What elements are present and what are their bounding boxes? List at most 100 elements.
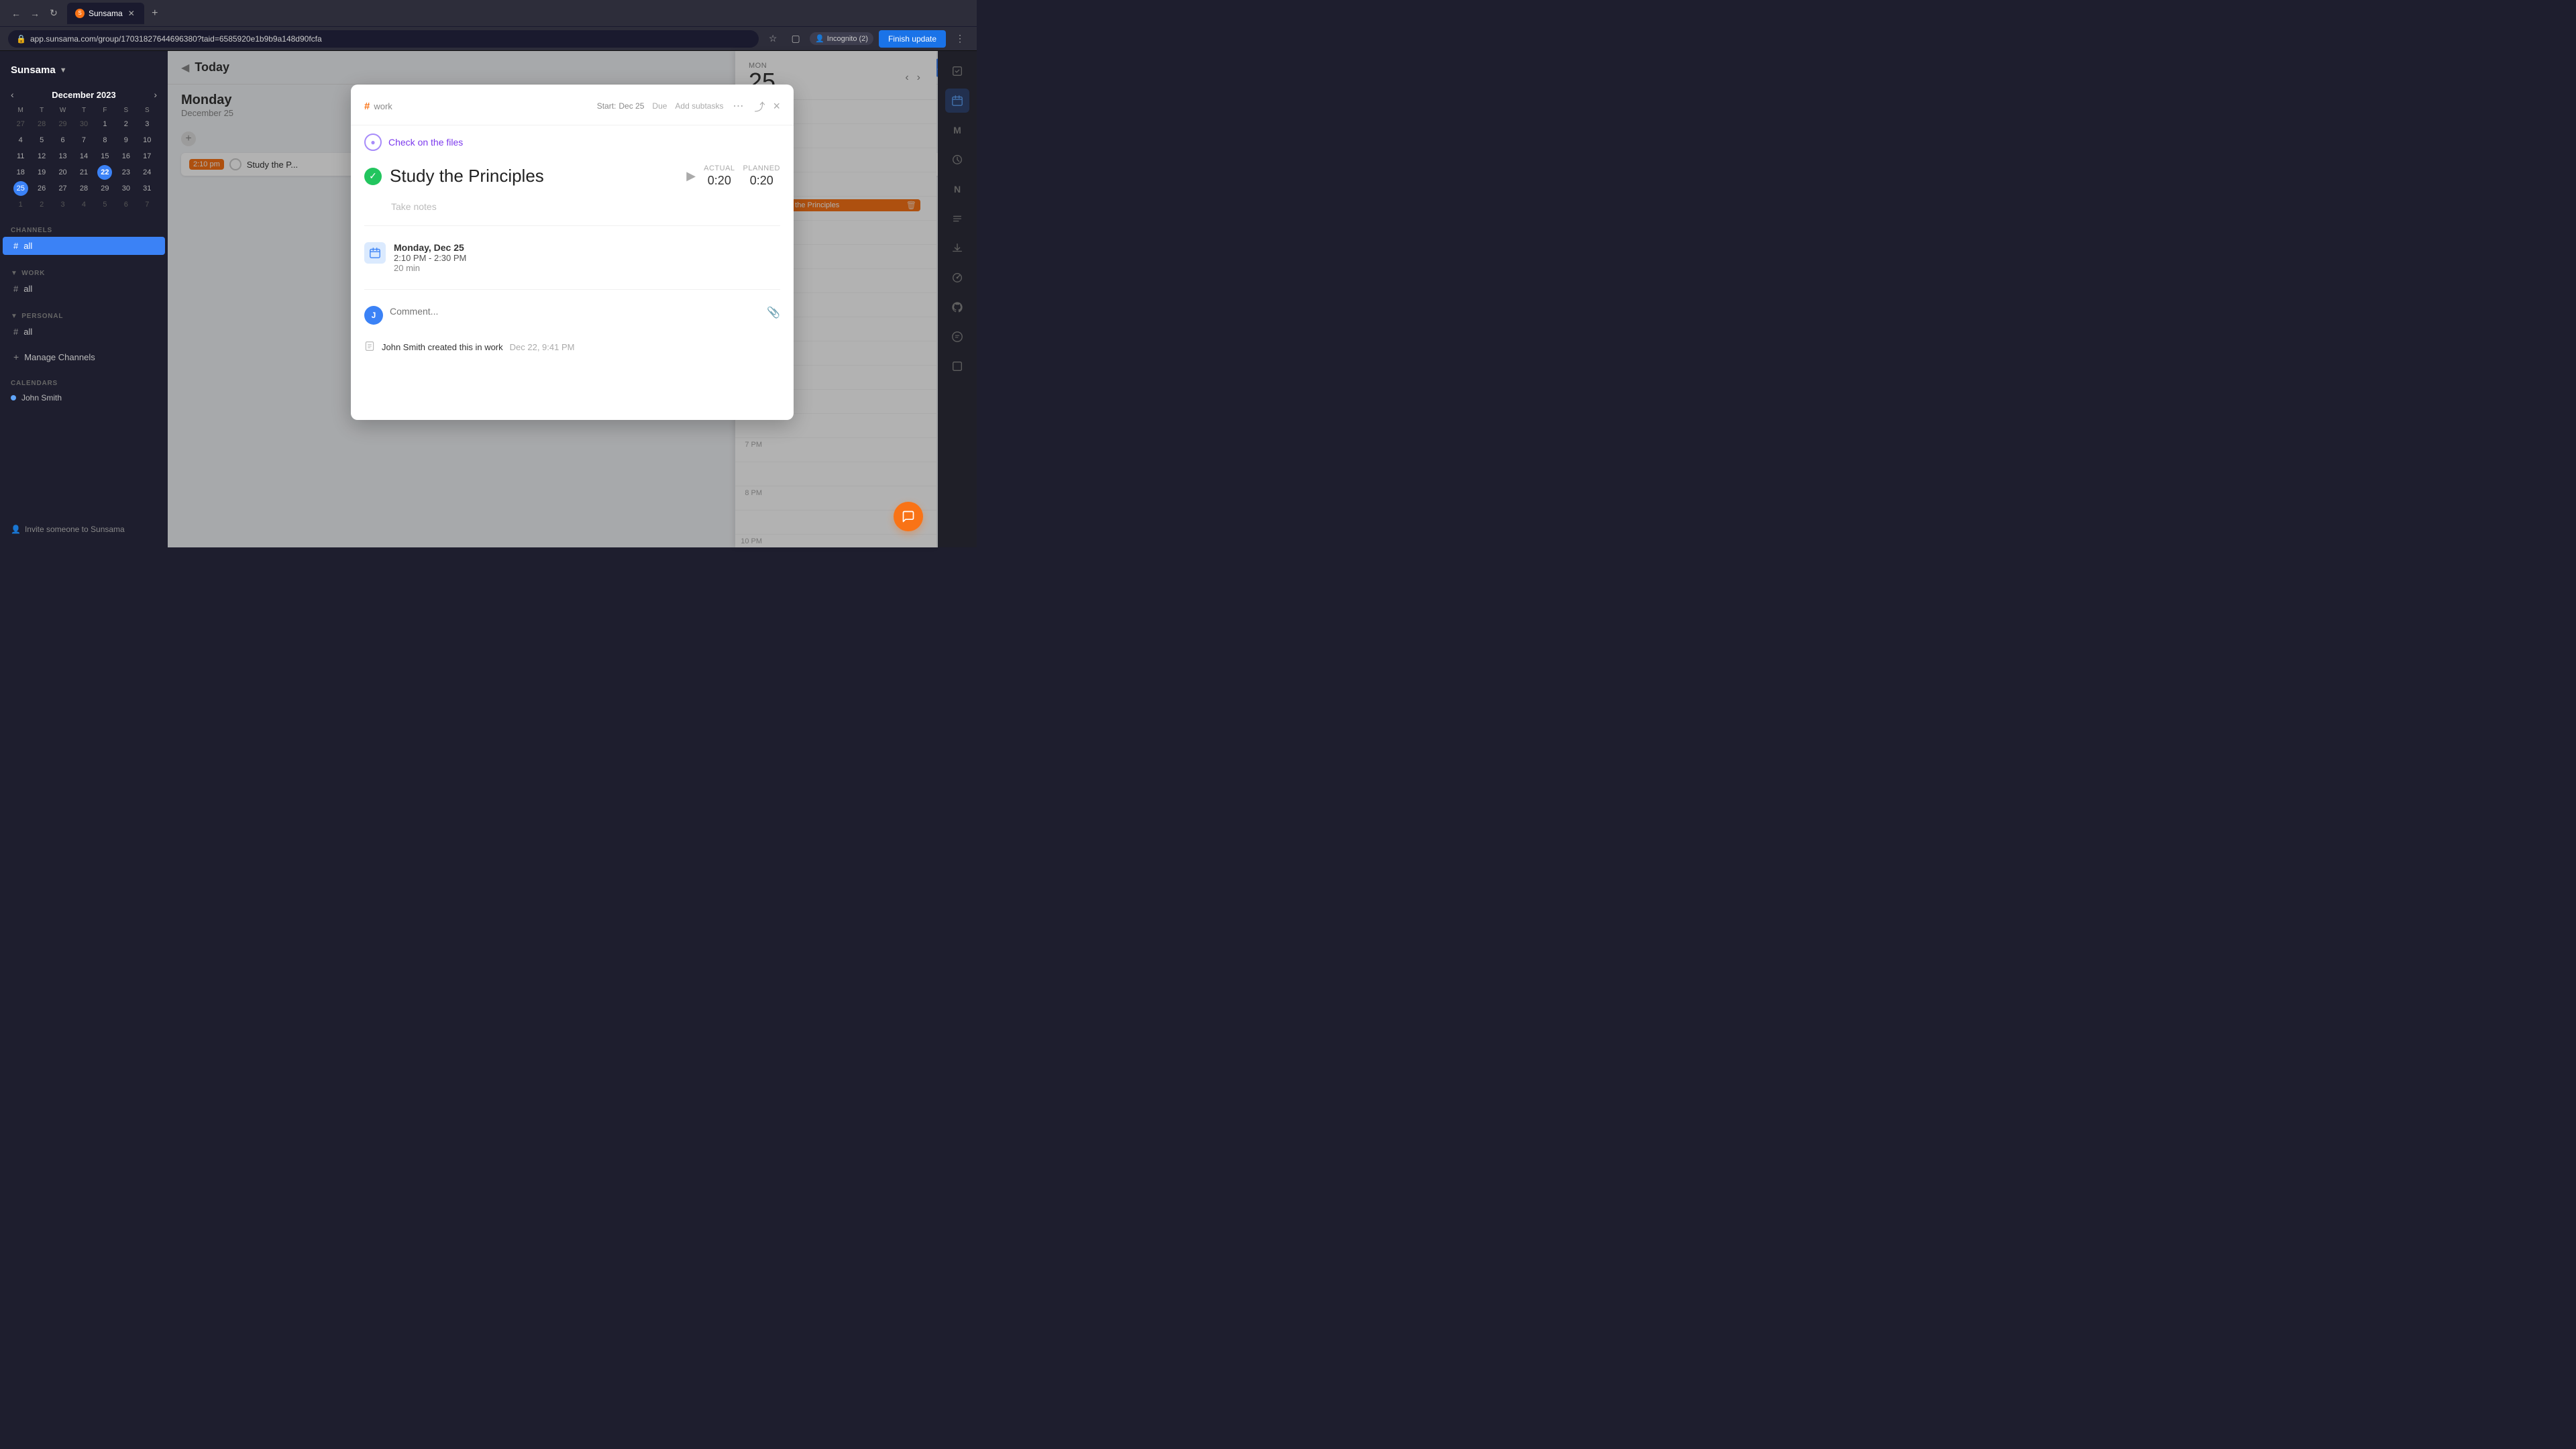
created-icon (364, 341, 375, 354)
chat-fab-button[interactable] (894, 502, 923, 531)
channels-title: CHANNELS (0, 223, 168, 237)
refresh-button[interactable]: ↻ (46, 5, 62, 21)
cal-day[interactable]: 2 (119, 117, 133, 131)
person-add-icon: 👤 (11, 525, 21, 534)
cal-day[interactable]: 7 (76, 133, 91, 148)
cal-day[interactable]: 21 (76, 165, 91, 180)
cal-day[interactable]: 20 (56, 165, 70, 180)
cal-day[interactable]: 6 (56, 133, 70, 148)
new-tab-button[interactable]: + (147, 5, 163, 21)
cal-day[interactable]: 14 (76, 149, 91, 164)
more-options-button[interactable]: ⋯ (730, 97, 746, 115)
modal-comment-area: J 📎 (351, 298, 794, 333)
due-label[interactable]: Due (652, 101, 667, 111)
task-complete-button[interactable]: ✓ (364, 168, 382, 185)
cal-day[interactable]: 30 (119, 181, 133, 196)
cal-day[interactable]: 7 (140, 197, 154, 212)
cal-day[interactable]: 5 (34, 133, 49, 148)
cal-day[interactable]: 1 (97, 117, 112, 131)
app-menu-chevron[interactable]: ▼ (60, 66, 67, 74)
sidebar-toggle-button[interactable]: ▢ (787, 30, 804, 48)
sidebar-item-personal-all[interactable]: # all (3, 323, 165, 341)
cal-day[interactable]: 12 (34, 149, 49, 164)
cal-day[interactable]: 16 (119, 149, 133, 164)
cal-day[interactable]: 4 (76, 197, 91, 212)
comment-input[interactable] (390, 306, 760, 317)
cal-day[interactable]: 1 (13, 197, 28, 212)
hash-icon: # (13, 327, 18, 337)
calendar-item-label: John Smith (21, 393, 62, 402)
bookmark-button[interactable]: ☆ (764, 30, 782, 48)
cal-day[interactable]: 6 (119, 197, 133, 212)
channel-name: work (374, 101, 392, 111)
cal-day[interactable]: 2 (34, 197, 49, 212)
cal-day[interactable]: 17 (140, 149, 154, 164)
cal-day[interactable]: 29 (56, 117, 70, 131)
cal-day[interactable]: 27 (56, 181, 70, 196)
sidebar-item-all[interactable]: # all (3, 237, 165, 255)
cal-day[interactable]: 5 (97, 197, 112, 212)
cal-day[interactable]: 19 (34, 165, 49, 180)
cal-day[interactable]: 11 (13, 149, 28, 164)
task-play-button[interactable]: ▶ (686, 169, 696, 183)
forward-button[interactable]: → (27, 5, 43, 21)
cal-day[interactable]: 28 (34, 117, 49, 131)
commenter-avatar: J (364, 306, 383, 325)
cal-day[interactable]: 30 (76, 117, 91, 131)
cal-day[interactable]: 31 (140, 181, 154, 196)
sidebar: Sunsama ▼ ‹ December 2023 › M T W T F S … (0, 51, 168, 547)
plus-icon: + (13, 352, 19, 362)
cal-next-button[interactable]: › (154, 89, 157, 100)
address-bar-row: 🔒 app.sunsama.com/group/1703182764469638… (0, 27, 977, 51)
cal-day[interactable]: 4 (13, 133, 28, 148)
manage-channels-button[interactable]: + Manage Channels (13, 349, 154, 365)
add-subtasks-label[interactable]: Add subtasks (675, 101, 723, 111)
actual-label: ACTUAL (704, 164, 735, 172)
hash-icon: # (13, 241, 18, 251)
cal-day[interactable]: 27 (13, 117, 28, 131)
cal-prev-button[interactable]: ‹ (11, 89, 14, 100)
tab-close-button[interactable]: ✕ (127, 7, 136, 19)
cal-day[interactable]: 18 (13, 165, 28, 180)
cal-day[interactable]: 24 (140, 165, 154, 180)
chrome-menu-button[interactable]: ⋮ (951, 30, 969, 48)
url-display: app.sunsama.com/group/17031827644696380?… (30, 34, 322, 44)
calendar-item-john[interactable]: John Smith (0, 390, 168, 406)
subtask-dot-icon: ● (370, 138, 375, 147)
modal-header: # work Start: Dec 25 Due Add subtasks ⋯ … (351, 85, 794, 125)
modal-schedule: Monday, Dec 25 2:10 PM - 2:30 PM 20 min (351, 234, 794, 281)
cal-day[interactable]: 10 (140, 133, 154, 148)
invite-button[interactable]: 👤 Invite someone to Sunsama (11, 525, 157, 534)
modal-close-button[interactable]: × (773, 99, 780, 113)
tab-bar: S Sunsama ✕ + (67, 3, 969, 24)
cal-day-today[interactable]: 22 (97, 165, 112, 180)
notes-area[interactable]: Take notes (351, 193, 794, 217)
finish-update-button[interactable]: Finish update (879, 30, 946, 48)
cal-day-selected[interactable]: 25 (13, 181, 28, 196)
overlay[interactable]: # work Start: Dec 25 Due Add subtasks ⋯ … (168, 51, 977, 547)
cal-day[interactable]: 8 (97, 133, 112, 148)
address-bar[interactable]: 🔒 app.sunsama.com/group/1703182764469638… (8, 30, 759, 48)
task-modal: # work Start: Dec 25 Due Add subtasks ⋯ … (351, 85, 794, 420)
cal-header-s2: S (138, 105, 157, 115)
subtask-label[interactable]: Check on the files (388, 137, 463, 148)
cal-day[interactable]: 3 (140, 117, 154, 131)
attachment-button[interactable]: 📎 (767, 306, 780, 319)
calendars-section: CALENDARS John Smith (0, 370, 168, 411)
sidebar-item-work-all[interactable]: # all (3, 280, 165, 298)
cal-day[interactable]: 3 (56, 197, 70, 212)
back-button[interactable]: ← (8, 5, 24, 21)
cal-day[interactable]: 23 (119, 165, 133, 180)
cal-day[interactable]: 29 (97, 181, 112, 196)
cal-day[interactable]: 15 (97, 149, 112, 164)
cal-day[interactable]: 13 (56, 149, 70, 164)
cal-day[interactable]: 28 (76, 181, 91, 196)
actual-time: ACTUAL 0:20 (704, 164, 735, 188)
active-tab[interactable]: S Sunsama ✕ (67, 3, 144, 24)
sidebar-item-label: all (23, 327, 32, 337)
cal-day[interactable]: 26 (34, 181, 49, 196)
expand-button[interactable]: ⤴ (751, 95, 767, 117)
cal-day[interactable]: 9 (119, 133, 133, 148)
schedule-time: 2:10 PM - 2:30 PM (394, 253, 780, 263)
modal-meta: Start: Dec 25 Due Add subtasks (597, 101, 724, 111)
